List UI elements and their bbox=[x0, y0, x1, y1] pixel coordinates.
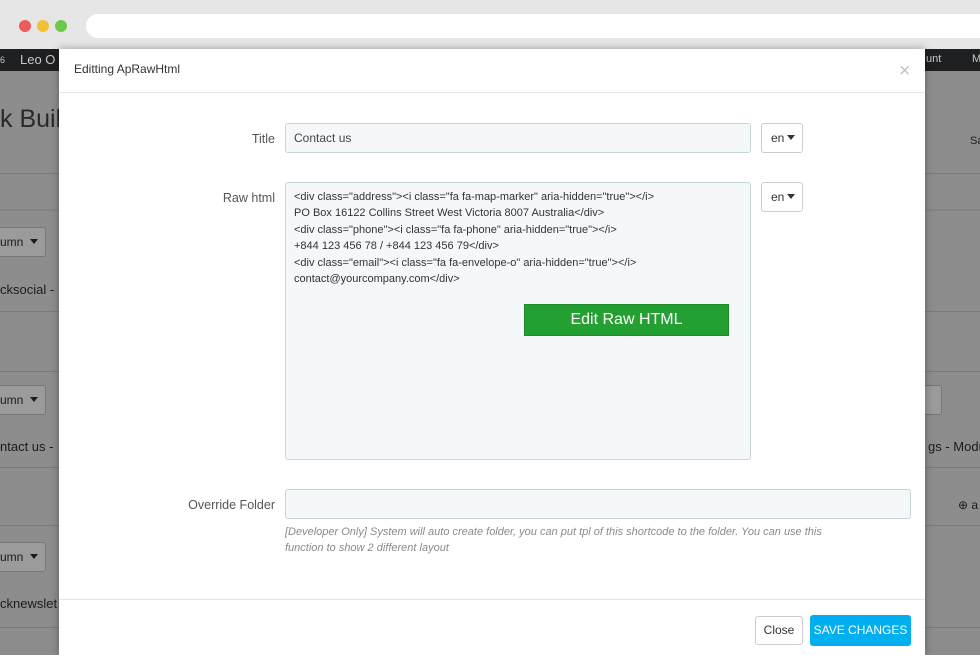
bg-right-dropdown bbox=[922, 385, 942, 415]
bg-row-text-right: gs - Modu bbox=[928, 439, 980, 454]
code-line: +844 123 456 78 / +844 123 456 79</div> bbox=[294, 240, 499, 253]
bg-add-button: ⊕ a bbox=[958, 498, 979, 512]
override-folder-input[interactable] bbox=[285, 489, 911, 519]
raw-html-label: Raw html bbox=[222, 191, 275, 205]
bg-column-label: umn bbox=[0, 235, 38, 249]
title-language-dropdown[interactable]: en bbox=[761, 123, 803, 153]
language-label: en bbox=[771, 131, 785, 145]
bg-row-text: cknewslet bbox=[0, 596, 58, 611]
address-bar[interactable] bbox=[86, 14, 980, 38]
bg-app-name: Leo O bbox=[20, 52, 56, 67]
title-label: Title bbox=[251, 132, 275, 146]
bg-row-text: cksocial - bbox=[0, 282, 55, 297]
bg-right-fragment: Sa bbox=[970, 135, 980, 147]
bg-column-label: umn bbox=[0, 393, 38, 407]
caret-down-icon bbox=[787, 194, 796, 199]
bg-row-text: ntact us - bbox=[0, 439, 54, 454]
help-line: [Developer Only] System will auto create… bbox=[285, 526, 822, 538]
code-line: <div class="email"><i class="fa fa-envel… bbox=[294, 256, 637, 269]
bg-topbar-menu: M bbox=[972, 53, 980, 65]
code-line: contact@yourcompany.com</div> bbox=[294, 273, 460, 286]
bg-page-heading: k Buil bbox=[0, 105, 62, 133]
raw-html-language-dropdown[interactable]: en bbox=[761, 182, 803, 212]
language-label: en bbox=[771, 190, 785, 204]
close-icon[interactable]: × bbox=[898, 61, 911, 79]
bg-topbar-fragment: 6 bbox=[0, 55, 6, 65]
bg-topbar-account: unt bbox=[926, 53, 942, 65]
plus-circle-icon: ⊕ bbox=[958, 498, 969, 512]
code-line: <div class="address"><i class="fa fa-map… bbox=[294, 191, 655, 203]
bg-column-label: umn bbox=[0, 550, 38, 564]
edit-raw-html-button[interactable]: Edit Raw HTML bbox=[524, 304, 729, 336]
window-close-dot[interactable] bbox=[19, 20, 31, 32]
window-minimize-dot[interactable] bbox=[37, 20, 49, 32]
help-line: function to show 2 different layout bbox=[285, 542, 449, 554]
window-maximize-dot[interactable] bbox=[55, 20, 67, 32]
override-folder-help: [Developer Only] System will auto create… bbox=[285, 524, 895, 556]
browser-chrome bbox=[0, 0, 980, 49]
override-folder-label: Override Folder bbox=[188, 498, 275, 512]
code-line: <div class="phone"><i class="fa fa-phone… bbox=[294, 223, 617, 236]
modal-title: Editting ApRawHtml bbox=[74, 62, 181, 76]
modal-header: Editting ApRawHtml × bbox=[59, 49, 925, 93]
close-button[interactable]: Close bbox=[755, 616, 803, 645]
save-changes-button[interactable]: SAVE CHANGES bbox=[810, 615, 911, 646]
caret-down-icon bbox=[787, 135, 796, 140]
title-input[interactable]: Contact us bbox=[285, 123, 751, 153]
edit-modal: Editting ApRawHtml × Title Contact us en… bbox=[59, 49, 925, 655]
code-line: PO Box 16122 Collins Street West Victori… bbox=[294, 207, 605, 220]
